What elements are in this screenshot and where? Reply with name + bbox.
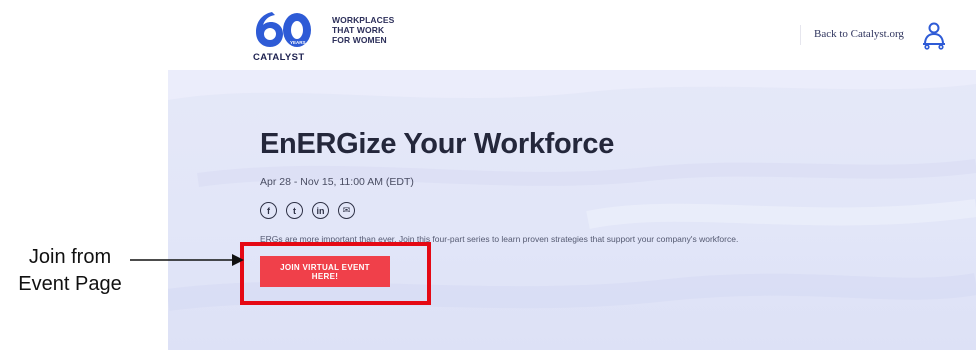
user-icon[interactable] (921, 20, 947, 50)
back-to-catalyst-link[interactable]: Back to Catalyst.org (814, 28, 904, 40)
event-title: EnERGize Your Workforce (260, 128, 615, 160)
logo-years-text: YEARS (290, 40, 306, 45)
linkedin-icon[interactable]: in (312, 202, 329, 219)
twitter-icon[interactable]: t (286, 202, 303, 219)
tagline: WORKPLACES THAT WORK FOR WOMEN (332, 15, 395, 45)
site-header: YEARS CATALYST WORKPLACES THAT WORK FOR … (0, 0, 976, 70)
twitter-glyph: t (293, 205, 296, 216)
email-glyph: ✉ (342, 205, 351, 215)
facebook-icon[interactable]: f (260, 202, 277, 219)
facebook-glyph: f (267, 205, 270, 216)
annotation-label: Join from Event Page (18, 246, 122, 295)
header-divider (800, 25, 801, 45)
linkedin-glyph: in (316, 205, 325, 216)
catalyst-60-years-logo[interactable]: YEARS CATALYST (252, 8, 314, 64)
email-icon[interactable]: ✉ (338, 202, 355, 219)
annotation-highlight-box (240, 242, 431, 305)
social-share-bar: f t in ✉ (260, 202, 355, 219)
logo-brand-text: CATALYST (253, 52, 305, 63)
page-bottom-strip (0, 350, 976, 356)
event-date: Apr 28 - Nov 15, 11:00 AM (EDT) (260, 176, 414, 188)
annotation-arrow-icon (130, 254, 244, 266)
